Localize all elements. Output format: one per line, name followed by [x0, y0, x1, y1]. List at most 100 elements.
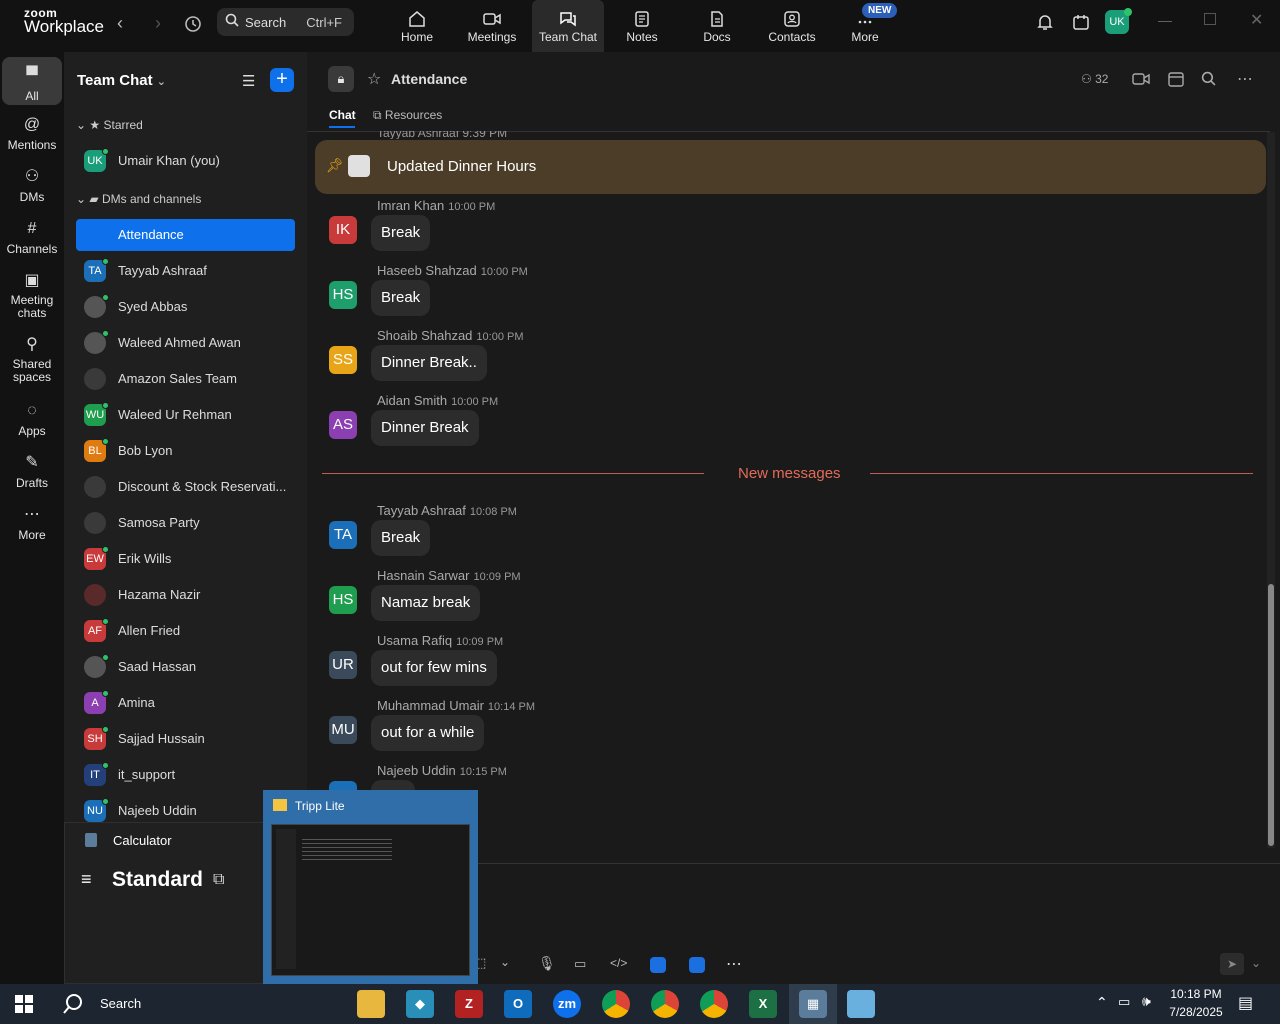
more-dots-icon[interactable]: ⋯: [1237, 69, 1253, 89]
chrome-icon[interactable]: [700, 990, 728, 1018]
more-dots-icon[interactable]: ⋯: [726, 954, 742, 974]
avatar[interactable]: TA: [329, 521, 357, 549]
starred-section[interactable]: ⌄ ★ Starred: [76, 118, 143, 132]
list-item[interactable]: Amazon Sales Team: [76, 363, 295, 395]
calendar-icon[interactable]: [1167, 70, 1185, 93]
outlook-icon[interactable]: O: [504, 990, 532, 1018]
list-item[interactable]: TA Tayyab Ashraaf: [76, 255, 295, 287]
message-bubble[interactable]: out for few mins: [371, 650, 497, 686]
list-item[interactable]: UK Umair Khan (you): [76, 145, 295, 177]
search-input[interactable]: Search Ctrl+F: [217, 8, 354, 36]
bell-icon[interactable]: [1036, 13, 1054, 36]
list-item[interactable]: SH Sajjad Hussain: [76, 723, 295, 755]
rail-item-shared-spaces[interactable]: ⚲ Shared spaces: [0, 336, 64, 384]
tab-contacts[interactable]: Contacts: [756, 0, 828, 52]
close-icon[interactable]: ✕: [1250, 10, 1263, 30]
scrollbar-thumb[interactable]: [1268, 584, 1274, 846]
forward-arrow-icon[interactable]: ›: [146, 12, 170, 36]
avatar[interactable]: UR: [329, 651, 357, 679]
message-bubble[interactable]: out for a while: [371, 715, 485, 751]
rail-item-mentions[interactable]: @ Mentions: [0, 116, 64, 152]
star-icon[interactable]: ☆: [367, 69, 381, 89]
avatar[interactable]: HS: [329, 586, 357, 614]
tab-chat[interactable]: Chat: [329, 108, 356, 122]
rail-item-dms[interactable]: ⚇ DMs: [0, 168, 64, 204]
calculator-window[interactable]: Calculator ≡ Standard ⧉: [64, 822, 264, 984]
hamburger-icon[interactable]: ≡: [81, 869, 92, 890]
back-arrow-icon[interactable]: ‹: [108, 12, 132, 36]
list-item[interactable]: EW Erik Wills: [76, 543, 295, 575]
excel-icon[interactable]: X: [749, 990, 777, 1018]
tab-meetings[interactable]: Meetings: [456, 0, 528, 52]
list-title[interactable]: Team Chat ⌄: [77, 72, 166, 89]
taskbar-thumbnail[interactable]: Tripp Lite: [263, 790, 478, 984]
volume-icon[interactable]: 🕪︎: [1142, 993, 1151, 1010]
rail-item-drafts[interactable]: ✎ Drafts: [0, 454, 64, 490]
avatar[interactable]: MU: [329, 716, 357, 744]
chrome-icon[interactable]: [651, 990, 679, 1018]
list-item[interactable]: Discount & Stock Reservati...: [76, 471, 295, 503]
tab-notes[interactable]: Notes: [606, 0, 678, 52]
rail-item-all[interactable]: ▀ All: [2, 57, 62, 105]
pinned-message[interactable]: 📌︎ Updated Dinner Hours: [315, 140, 1266, 194]
windows-start-icon[interactable]: [15, 995, 33, 1018]
search-icon[interactable]: [1201, 71, 1216, 91]
notifications-icon[interactable]: ▤: [1238, 993, 1253, 1013]
rail-item-channels[interactable]: # Channels: [0, 220, 64, 256]
zoom-icon[interactable]: zm: [553, 990, 581, 1018]
calculator-icon[interactable]: ▦: [799, 990, 827, 1018]
video-icon[interactable]: [1132, 72, 1150, 91]
list-item[interactable]: WU Waleed Ur Rehman: [76, 399, 295, 431]
notepad-icon[interactable]: [847, 990, 875, 1018]
remote-desktop-icon[interactable]: ◆: [406, 990, 434, 1018]
list-item[interactable]: Syed Abbas: [76, 291, 295, 323]
message-bubble[interactable]: Break: [371, 215, 431, 251]
tab-team-chat[interactable]: Team Chat: [532, 0, 604, 52]
taskbar-search-label[interactable]: Search: [100, 996, 141, 1011]
history-icon[interactable]: [181, 12, 205, 36]
code-icon[interactable]: </>: [610, 956, 627, 970]
list-item[interactable]: AF Allen Fried: [76, 615, 295, 647]
avatar[interactable]: SS: [329, 346, 357, 374]
file-explorer-icon[interactable]: [357, 990, 385, 1018]
tab-docs[interactable]: Docs: [681, 0, 753, 52]
search-icon[interactable]: [62, 993, 84, 1020]
chevron-down-icon[interactable]: ⌄: [500, 955, 510, 969]
minimize-icon[interactable]: —: [1158, 12, 1172, 28]
list-item[interactable]: Saad Hassan: [76, 651, 295, 683]
avatar[interactable]: HS: [329, 281, 357, 309]
rail-item-more[interactable]: ⋯ More: [0, 506, 64, 542]
tab-resources[interactable]: ⧉ Resources: [373, 108, 442, 123]
message-bubble[interactable]: Break: [371, 520, 431, 556]
new-chat-button[interactable]: +: [270, 68, 294, 92]
list-item[interactable]: Waleed Ahmed Awan: [76, 327, 295, 359]
avatar[interactable]: AS: [329, 411, 357, 439]
mic-icon[interactable]: 🎙︎: [538, 955, 556, 972]
message-bubble[interactable]: Break: [371, 280, 431, 316]
chrome-icon[interactable]: [602, 990, 630, 1018]
filter-icon[interactable]: ☰: [242, 72, 255, 90]
clock-time[interactable]: 10:18 PM: [1170, 987, 1222, 1001]
filezilla-icon[interactable]: Z: [455, 990, 483, 1018]
rail-item-apps[interactable]: ◌ Apps: [0, 402, 64, 438]
list-item[interactable]: Hazama Nazir: [76, 579, 295, 611]
dms-section[interactable]: ⌄ ▰ DMs and channels: [76, 192, 201, 206]
app-icon[interactable]: [650, 957, 666, 973]
list-item[interactable]: A Amina: [76, 687, 295, 719]
message-bubble[interactable]: Namaz break: [371, 585, 481, 621]
member-count[interactable]: ⚇ 32: [1081, 72, 1108, 86]
network-icon[interactable]: ▭: [1118, 994, 1130, 1010]
keep-on-top-icon[interactable]: ⧉: [213, 871, 224, 889]
list-item[interactable]: IT it_support: [76, 759, 295, 791]
message-bubble[interactable]: Dinner Break..: [371, 345, 487, 381]
list-item[interactable]: Samosa Party: [76, 507, 295, 539]
maximize-icon[interactable]: [1204, 13, 1216, 25]
list-item[interactable]: BL Bob Lyon: [76, 435, 295, 467]
calendar-icon[interactable]: [1072, 13, 1090, 36]
rail-item-meeting-chats[interactable]: ▣ Meeting chats: [0, 272, 64, 320]
avatar[interactable]: IK: [329, 216, 357, 244]
chevron-down-icon[interactable]: ⌄: [1251, 956, 1261, 970]
app-icon[interactable]: [689, 957, 705, 973]
chevron-up-icon[interactable]: ⌃: [1096, 994, 1108, 1011]
video-clip-icon[interactable]: ▭: [574, 956, 586, 972]
